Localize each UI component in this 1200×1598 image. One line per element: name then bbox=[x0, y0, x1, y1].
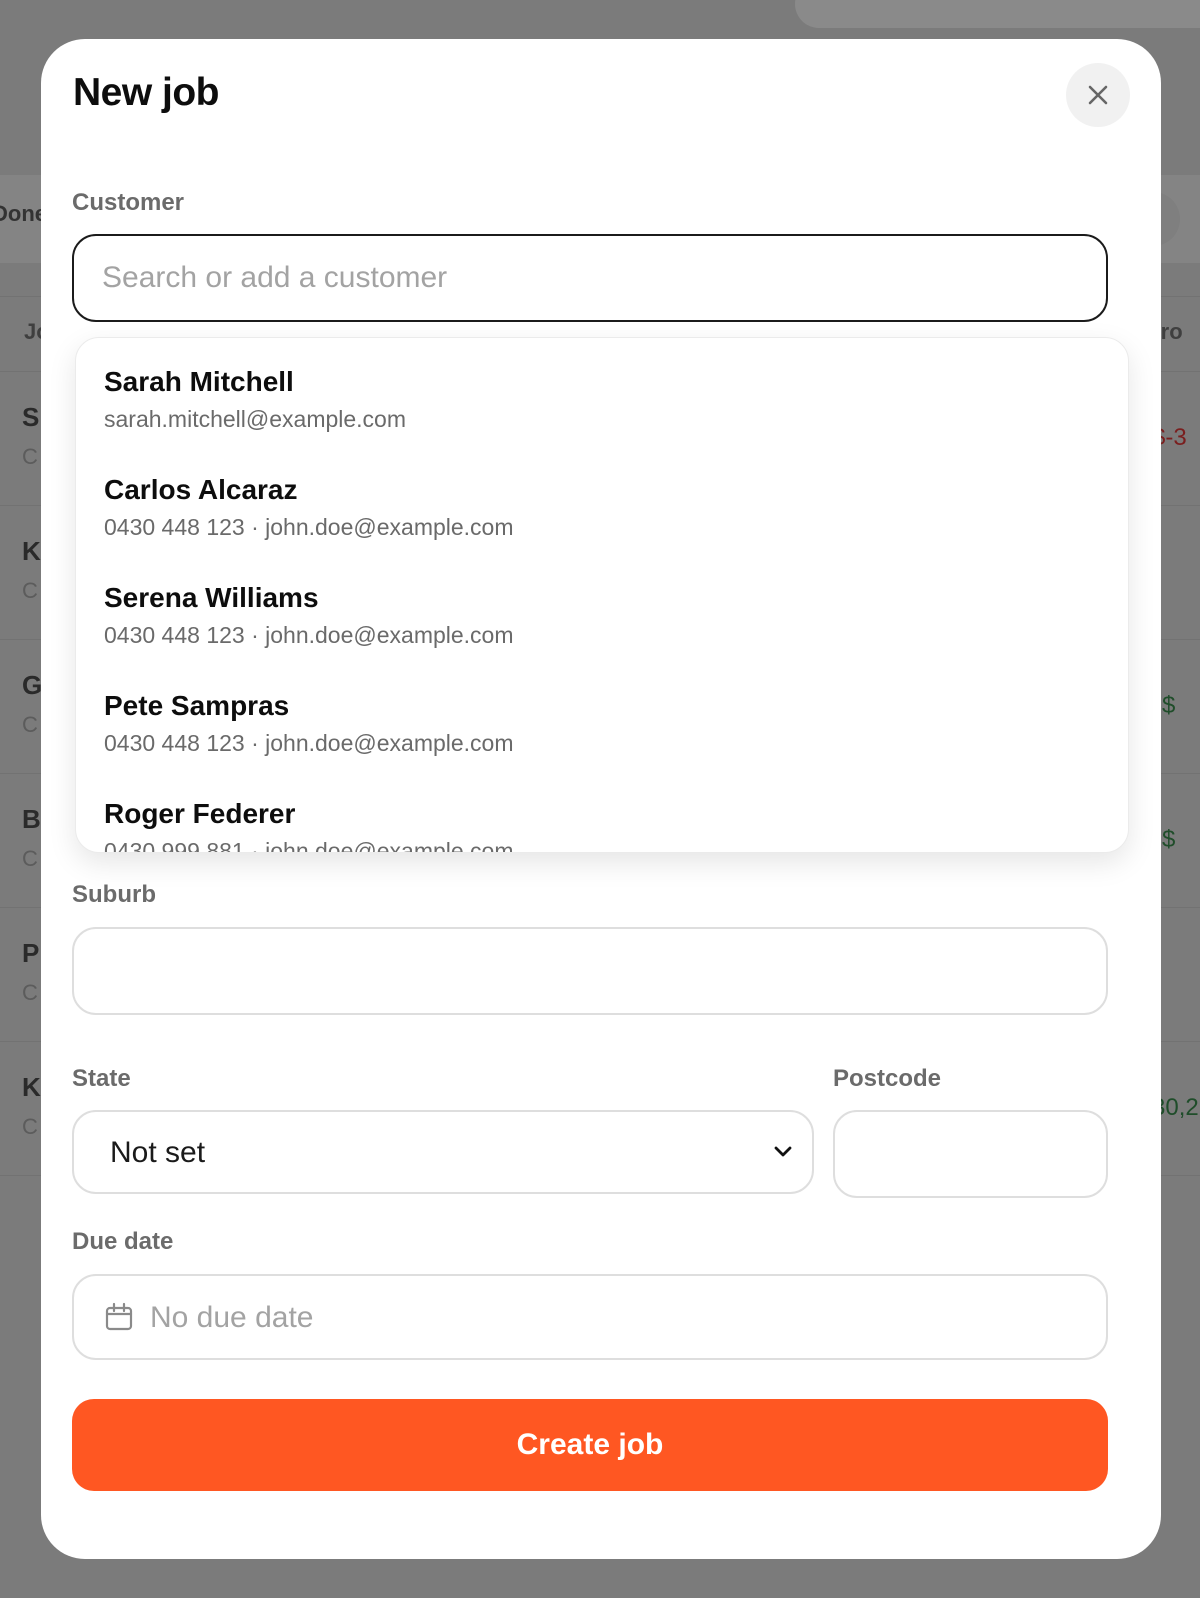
background-row-initial: B bbox=[22, 804, 41, 834]
customer-option-name: Sarah Mitchell bbox=[104, 366, 294, 397]
customer-option-name: Carlos Alcaraz bbox=[104, 474, 298, 505]
customer-option[interactable]: Serena Williams 0430 448 123 · john.doe@e… bbox=[76, 554, 1128, 664]
customer-option-detail: 0430 999 881 · john.doe@example.com bbox=[104, 838, 514, 853]
postcode-label: Postcode bbox=[833, 1065, 942, 1092]
customer-option-detail: 0430 448 123 · john.doe@example.com bbox=[104, 730, 514, 756]
due-date-picker[interactable]: No due date bbox=[72, 1274, 1108, 1360]
background-row-sub: C bbox=[22, 712, 38, 737]
new-job-modal: New job Customer Suburb State Not set Po… bbox=[41, 39, 1161, 1559]
modal-title: New job bbox=[73, 71, 220, 114]
customer-option-name: Pete Sampras bbox=[104, 690, 290, 721]
customer-search-input[interactable] bbox=[72, 234, 1108, 322]
customer-option-detail: sarah.mitchell@example.com bbox=[104, 406, 407, 432]
customer-option[interactable]: Roger Federer 0430 999 881 · john.doe@exa… bbox=[76, 770, 1128, 853]
background-row-sub: C bbox=[22, 980, 38, 1005]
state-label: State bbox=[72, 1065, 131, 1092]
background-row-amount: $ bbox=[1162, 692, 1176, 719]
customer-option-name: Roger Federer bbox=[104, 798, 296, 829]
background-row-sub: C bbox=[22, 846, 38, 871]
background-row-sub: C bbox=[22, 444, 38, 469]
close-button[interactable] bbox=[1066, 63, 1130, 127]
background-row-sub: C bbox=[22, 1114, 38, 1139]
customer-option-detail: 0430 448 123 · john.doe@example.com bbox=[104, 622, 514, 648]
postcode-input[interactable] bbox=[833, 1110, 1108, 1198]
customer-option[interactable]: Pete Sampras 0430 448 123 · john.doe@exam… bbox=[76, 662, 1128, 772]
background-row-initial: K bbox=[22, 1072, 41, 1102]
background-row-initial: G bbox=[22, 670, 43, 700]
customer-option[interactable]: Sarah Mitchell sarah.mitchell@example.com bbox=[76, 338, 1128, 448]
background-tab-done: Done bbox=[0, 201, 47, 226]
chevron-down-icon bbox=[774, 1146, 792, 1157]
customer-label: Customer bbox=[72, 189, 185, 216]
customer-option-name: Serena Williams bbox=[104, 582, 319, 613]
background-row-initial: S bbox=[22, 402, 40, 432]
customer-option-detail: 0430 448 123 · john.doe@example.com bbox=[104, 514, 514, 540]
state-select-value: Not set bbox=[110, 1136, 206, 1169]
calendar-icon bbox=[105, 1302, 133, 1331]
background-row-sub: C bbox=[22, 578, 38, 603]
suburb-input[interactable] bbox=[72, 927, 1108, 1015]
create-job-button[interactable]: Create job bbox=[72, 1399, 1108, 1491]
customer-option[interactable]: Carlos Alcaraz 0430 448 123 · john.doe@ex… bbox=[76, 446, 1128, 556]
background-row-initial: P bbox=[22, 938, 40, 968]
due-date-label: Due date bbox=[72, 1228, 174, 1255]
customer-suggestions-dropdown[interactable]: Sarah Mitchell sarah.mitchell@example.com… bbox=[75, 337, 1129, 853]
suburb-label: Suburb bbox=[72, 881, 156, 908]
background-row-initial: K bbox=[22, 536, 41, 566]
background-search-pill bbox=[795, 0, 1200, 28]
due-date-placeholder: No due date bbox=[150, 1301, 314, 1334]
state-select[interactable]: Not set bbox=[72, 1110, 814, 1194]
close-icon bbox=[1088, 85, 1108, 105]
background-row-amount: $ bbox=[1162, 826, 1176, 853]
